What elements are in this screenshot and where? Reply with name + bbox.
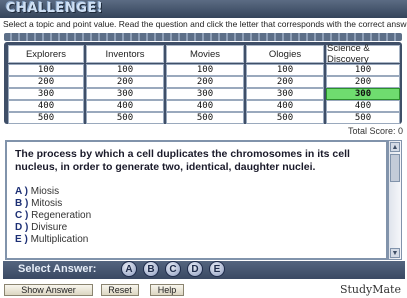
question-panel: The process by which a cell duplicates t…: [5, 140, 388, 260]
question-text: The process by which a cell duplicates t…: [15, 148, 350, 173]
cell-inventors-400[interactable]: 400: [86, 100, 164, 112]
reset-button[interactable]: Reset: [101, 284, 139, 296]
studymate-logo: StudyMate: [339, 283, 401, 296]
cell-inventors-100[interactable]: 100: [86, 64, 164, 76]
cell-movies-400[interactable]: 400: [166, 100, 244, 112]
cell-explorers-200[interactable]: 200: [8, 76, 84, 88]
instruction-text: Select a topic and point value. Read the…: [3, 19, 407, 29]
answer-letter: A ): [15, 186, 28, 197]
cell-science-100[interactable]: 100: [326, 64, 400, 76]
cell-inventors-500[interactable]: 500: [86, 112, 164, 124]
answer-text: Mitosis: [31, 198, 63, 209]
answer-list: A ) Miosis B ) Mitosis C ) Regeneration …: [15, 186, 91, 246]
cell-inventors-200[interactable]: 200: [86, 76, 164, 88]
cell-science-300-selected[interactable]: 300: [326, 88, 400, 100]
answer-button-e[interactable]: E: [209, 261, 225, 277]
answer-letter: D ): [15, 222, 29, 233]
scroll-up-arrow-icon[interactable]: ▲: [390, 142, 400, 152]
cell-explorers-400[interactable]: 400: [8, 100, 84, 112]
question-scrollbar[interactable]: ▲ ▼: [388, 140, 402, 260]
answer-text: Miosis: [30, 186, 60, 197]
answer-letter: C ): [15, 210, 29, 221]
category-inventors: Inventors: [86, 45, 164, 63]
answer-option-e: E ) Multiplication: [15, 234, 91, 246]
answer-option-c: C ) Regeneration: [15, 210, 91, 222]
cell-ologies-400[interactable]: 400: [246, 100, 324, 112]
select-answer-label: Select Answer:: [18, 263, 97, 275]
cell-movies-200[interactable]: 200: [166, 76, 244, 88]
answer-letter: B ): [15, 198, 29, 209]
decorative-dot-strip: [4, 33, 402, 41]
answer-text: Regeneration: [31, 210, 92, 221]
cell-science-200[interactable]: 200: [326, 76, 400, 88]
answer-text: Multiplication: [30, 234, 89, 245]
cell-science-500[interactable]: 500: [326, 112, 400, 124]
show-answer-button[interactable]: Show Answer: [4, 284, 93, 296]
scroll-down-arrow-icon[interactable]: ▼: [390, 248, 400, 258]
cell-inventors-300[interactable]: 300: [86, 88, 164, 100]
cell-movies-300[interactable]: 300: [166, 88, 244, 100]
answer-button-a[interactable]: A: [121, 261, 137, 277]
answer-button-b[interactable]: B: [143, 261, 159, 277]
answer-button-c[interactable]: C: [165, 261, 181, 277]
cell-ologies-200[interactable]: 200: [246, 76, 324, 88]
cell-explorers-500[interactable]: 500: [8, 112, 84, 124]
cell-ologies-100[interactable]: 100: [246, 64, 324, 76]
answer-letter: E ): [15, 234, 28, 245]
category-science-discovery: Science & Discovery: [326, 43, 400, 65]
cell-ologies-500[interactable]: 500: [246, 112, 324, 124]
category-movies: Movies: [166, 45, 244, 63]
answer-text: Divisure: [31, 222, 68, 233]
cell-explorers-100[interactable]: 100: [8, 64, 84, 76]
category-ologies: Ologies: [246, 45, 324, 63]
answer-option-d: D ) Divisure: [15, 222, 91, 234]
category-explorers: Explorers: [8, 45, 84, 63]
cell-movies-100[interactable]: 100: [166, 64, 244, 76]
cell-explorers-300[interactable]: 300: [8, 88, 84, 100]
challenge-logo: CHALLENGE!: [6, 1, 104, 16]
answer-option-a: A ) Miosis: [15, 186, 91, 198]
cell-ologies-300[interactable]: 300: [246, 88, 324, 100]
scrollbar-thumb[interactable]: [390, 154, 400, 182]
cell-science-400[interactable]: 400: [326, 100, 400, 112]
cell-movies-500[interactable]: 500: [166, 112, 244, 124]
answer-option-b: B ) Mitosis: [15, 198, 91, 210]
answer-button-d[interactable]: D: [187, 261, 203, 277]
help-button[interactable]: Help: [150, 284, 184, 296]
total-score: Total Score: 0: [347, 126, 403, 136]
